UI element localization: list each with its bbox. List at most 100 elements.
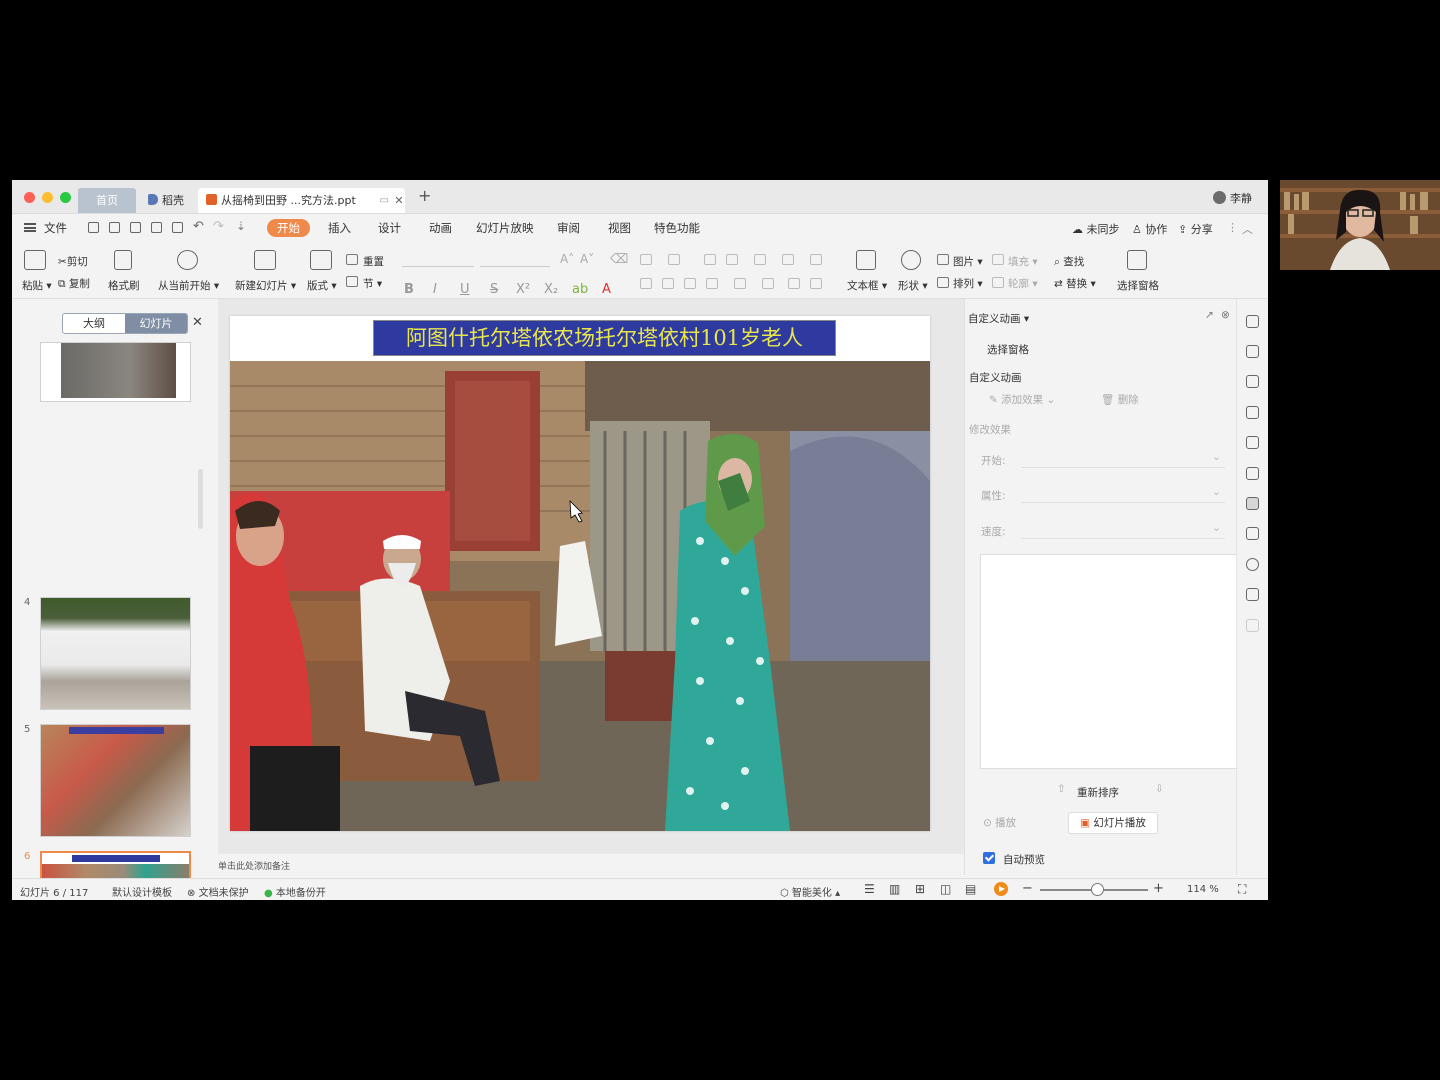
user-account[interactable]: 李静 xyxy=(1213,190,1252,206)
export-pdf-icon[interactable] xyxy=(130,222,141,233)
minimize-window-button[interactable] xyxy=(42,192,53,203)
replace-button[interactable]: ⇄ 替换 ▾ xyxy=(1054,276,1096,291)
tab-outline[interactable]: 大纲 xyxy=(63,314,125,333)
select-pane-link[interactable]: 选择窗格 xyxy=(987,342,1029,357)
redo-icon[interactable]: ↷ xyxy=(213,219,224,234)
section-button[interactable]: 节 ▾ xyxy=(363,276,382,291)
menu-file[interactable]: 文件 xyxy=(44,220,67,236)
textbox-icon[interactable] xyxy=(856,250,876,270)
pane-header[interactable]: 自定义动画 ▾ xyxy=(968,311,1029,326)
close-tab-icon[interactable]: ✕ xyxy=(391,188,407,213)
justify-icon[interactable] xyxy=(706,278,718,289)
highlight-color-icon[interactable]: ab xyxy=(572,282,588,297)
style-icon[interactable] xyxy=(1246,375,1259,388)
superscript-button[interactable]: X² xyxy=(516,282,530,297)
presenter-view-icon[interactable]: ▤ xyxy=(965,882,976,896)
arrange-button[interactable]: 排列 ▾ xyxy=(953,276,983,291)
align-text-icon[interactable] xyxy=(788,278,800,289)
image-icon[interactable] xyxy=(1246,588,1259,601)
decrease-indent-icon[interactable] xyxy=(704,254,716,265)
collapse-ribbon-icon[interactable]: ︿ xyxy=(1242,221,1253,237)
move-up-icon[interactable]: ⇧ xyxy=(1057,783,1066,795)
menu-start[interactable]: 开始 xyxy=(267,219,310,237)
slides-scrollbar[interactable] xyxy=(198,469,203,529)
menu-design[interactable]: 设计 xyxy=(378,220,401,236)
package-icon[interactable] xyxy=(1246,619,1259,632)
new-tab-button[interactable]: + xyxy=(418,186,431,205)
speed-select[interactable]: ⌄ xyxy=(1021,520,1225,539)
tab-document[interactable]: 从摇椅到田野 ...究方法.ppt ▭ ✕ xyxy=(198,188,405,213)
reset-button[interactable]: 重置 xyxy=(363,254,384,269)
bold-button[interactable]: B xyxy=(404,282,414,297)
play-slideshow-button[interactable] xyxy=(994,882,1008,896)
slide-title[interactable]: 阿图什托尔塔依农场托尔塔依村101岁老人 xyxy=(373,320,836,356)
font-color-icon[interactable]: A xyxy=(602,282,611,297)
design-template[interactable]: 默认设计模板 xyxy=(112,884,172,899)
zoom-in-button[interactable]: + xyxy=(1153,881,1164,896)
textbox-button[interactable]: 文本框 ▾ xyxy=(847,278,887,293)
close-pane-icon[interactable]: ✕ xyxy=(192,315,203,330)
menu-insert[interactable]: 插入 xyxy=(328,220,351,236)
edit-icon[interactable] xyxy=(1246,406,1259,419)
slide-thumb-3[interactable] xyxy=(40,342,191,402)
sliders-icon[interactable] xyxy=(1246,527,1259,540)
print-icon[interactable] xyxy=(151,222,162,233)
menu-special[interactable]: 特色功能 xyxy=(654,220,700,236)
slide-thumb-4[interactable] xyxy=(40,597,191,710)
fit-window-icon[interactable]: ⛶ xyxy=(1238,882,1246,897)
distribute-icon[interactable] xyxy=(734,278,746,289)
decrease-font-icon[interactable]: A˅ xyxy=(580,252,594,266)
numbered-list-icon[interactable] xyxy=(668,254,680,265)
layout-icon[interactable] xyxy=(310,250,332,270)
notes-toggle-icon[interactable]: ☰ xyxy=(864,882,875,896)
layout-button[interactable]: 版式 ▾ xyxy=(307,278,337,293)
increase-indent-icon[interactable] xyxy=(726,254,738,265)
tab-home[interactable]: 首页 xyxy=(78,188,136,213)
close-window-button[interactable] xyxy=(24,192,35,203)
close-pane-icon[interactable]: ⊗ xyxy=(1221,309,1230,321)
play-icon[interactable] xyxy=(177,250,198,270)
cut-button[interactable]: ✂剪切 xyxy=(58,254,88,269)
copy-layers-icon[interactable] xyxy=(1246,467,1259,480)
undo-icon[interactable]: ↶ xyxy=(193,219,204,234)
subscript-button[interactable]: X₂ xyxy=(544,282,558,297)
pin-icon[interactable]: ↗ xyxy=(1205,309,1214,321)
print-preview-icon[interactable] xyxy=(172,222,183,233)
align-right-icon[interactable] xyxy=(684,278,696,289)
menu-icon[interactable] xyxy=(24,223,36,232)
smart-art-icon[interactable] xyxy=(810,278,822,289)
settings-icon[interactable] xyxy=(1246,436,1259,449)
increase-font-icon[interactable]: A˄ xyxy=(560,252,574,266)
menu-review[interactable]: 审阅 xyxy=(557,220,580,236)
normal-view-icon[interactable]: ▥ xyxy=(889,882,900,896)
find-button[interactable]: ⌕ 查找 xyxy=(1054,254,1084,269)
slide-thumb-5[interactable] xyxy=(40,724,191,837)
align-center-icon[interactable] xyxy=(662,278,674,289)
backup-status[interactable]: ● 本地备份开 xyxy=(264,884,326,899)
sorter-view-icon[interactable]: ⊞ xyxy=(915,882,925,896)
slide-layout-icon[interactable] xyxy=(1246,315,1259,328)
open-icon[interactable] xyxy=(88,222,99,233)
underline-button[interactable]: U xyxy=(460,282,470,297)
delete-button[interactable]: 🗑 删除 xyxy=(1101,392,1139,407)
maximize-window-button[interactable] xyxy=(60,192,71,203)
more-icon[interactable]: ⋮ xyxy=(1227,221,1238,234)
start-select[interactable]: ⌄ xyxy=(1021,449,1225,468)
copy-button[interactable]: ⧉ 复制 xyxy=(58,276,90,291)
clear-format-icon[interactable]: ⌫ xyxy=(610,252,628,267)
collaborate-button[interactable]: ♙ 协作 xyxy=(1132,221,1167,237)
menu-slideshow[interactable]: 幻灯片放映 xyxy=(476,220,534,236)
align-left-icon[interactable] xyxy=(640,278,652,289)
format-painter-button[interactable]: 格式刷 xyxy=(108,278,140,293)
play-from-current-button[interactable]: 从当前开始 ▾ xyxy=(158,278,219,293)
zoom-out-button[interactable]: − xyxy=(1022,881,1033,896)
font-family-select[interactable] xyxy=(402,250,474,267)
shape-icon[interactable] xyxy=(901,250,921,270)
history-icon[interactable] xyxy=(1246,558,1259,571)
outline-button[interactable]: 轮廓 ▾ xyxy=(1008,276,1038,291)
protection-status[interactable]: ⊗ 文档未保护 xyxy=(187,884,249,899)
customize-icon[interactable]: ⇣ xyxy=(236,219,246,233)
paste-icon[interactable] xyxy=(24,250,46,270)
play-animation-button[interactable]: ⊙ 播放 xyxy=(983,815,1016,830)
share-button[interactable]: ⇪ 分享 xyxy=(1178,221,1213,237)
